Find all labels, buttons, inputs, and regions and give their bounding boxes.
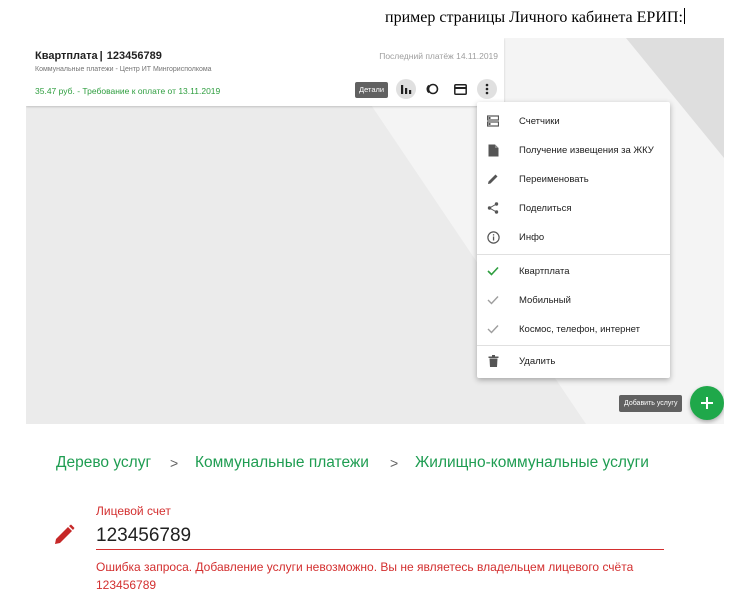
details-button[interactable]: Детали [355,82,389,98]
breadcrumb-item-communal[interactable]: Коммунальные платежи [195,454,369,472]
breadcrumb-item-service-tree[interactable]: Дерево услуг [56,454,151,472]
add-service-button[interactable] [690,386,724,420]
menu-item-cosmos[interactable]: Космос, телефон, интернет [477,315,670,343]
check-icon [485,321,501,337]
trash-icon [485,353,501,369]
more-vert-icon[interactable] [477,79,497,99]
menu-item-mobile[interactable]: Мобильный [477,286,670,314]
account-field-label: Лицевой счет [96,504,171,518]
card-service-name: Квартплата [35,50,98,62]
menu-item-share[interactable]: Поделиться [477,194,670,222]
pencil-icon [485,171,501,187]
breadcrumb-item-housing[interactable]: Жилищно-коммунальные услуги [415,454,649,472]
menu-divider [477,345,670,346]
document-icon [485,142,501,158]
menu-divider [477,254,670,255]
last-payment-date: Последний платёж 14.11.2019 [379,51,498,61]
context-menu: Счетчики Получение извещения за ЖКУ Пере… [477,102,670,378]
menu-item-meters[interactable]: Счетчики [477,107,670,135]
info-icon [485,229,501,245]
card-account-number: 123456789 [106,50,162,62]
edit-pencil-icon [55,524,75,544]
document-caption: пример страницы Личного кабинета ЕРИП: [385,8,685,26]
meter-list-icon [485,113,501,129]
text-cursor [683,8,685,24]
credit-card-icon[interactable] [450,79,470,99]
menu-item-notice[interactable]: Получение извещения за ЖКУ [477,136,670,164]
breadcrumb-separator: > [390,455,399,471]
check-icon [485,292,501,308]
account-number-input[interactable] [96,522,664,550]
bar-chart-icon[interactable] [396,79,416,99]
menu-item-info[interactable]: Инфо [477,223,670,251]
share-icon [485,200,501,216]
account-error-message: Ошибка запроса. Добавление услуги невозм… [96,560,634,592]
menu-item-delete[interactable]: Удалить [477,347,670,375]
menu-item-rename[interactable]: Переименовать [477,165,670,193]
toggle-icon[interactable] [422,79,442,99]
card-subtitle: Коммунальные платежи - Центр ИТ Мингорис… [35,66,212,73]
menu-item-kvartplata[interactable]: Квартплата [477,257,670,285]
breadcrumb-separator: > [170,455,179,471]
card-title: Квартплата | 123456789 [35,50,162,62]
erip-cabinet-screenshot: Квартплата | 123456789 Коммунальные платеж… [26,38,724,424]
plus-icon [701,397,713,409]
service-card[interactable]: Квартплата | 123456789 Коммунальные платеж… [26,38,504,106]
check-icon [485,263,501,279]
amount-due: 35.47 руб. - Требование к оплате от 13.1… [35,86,221,96]
add-service-tooltip: Добавить услугу [619,395,683,412]
card-title-separator: | [99,50,103,62]
